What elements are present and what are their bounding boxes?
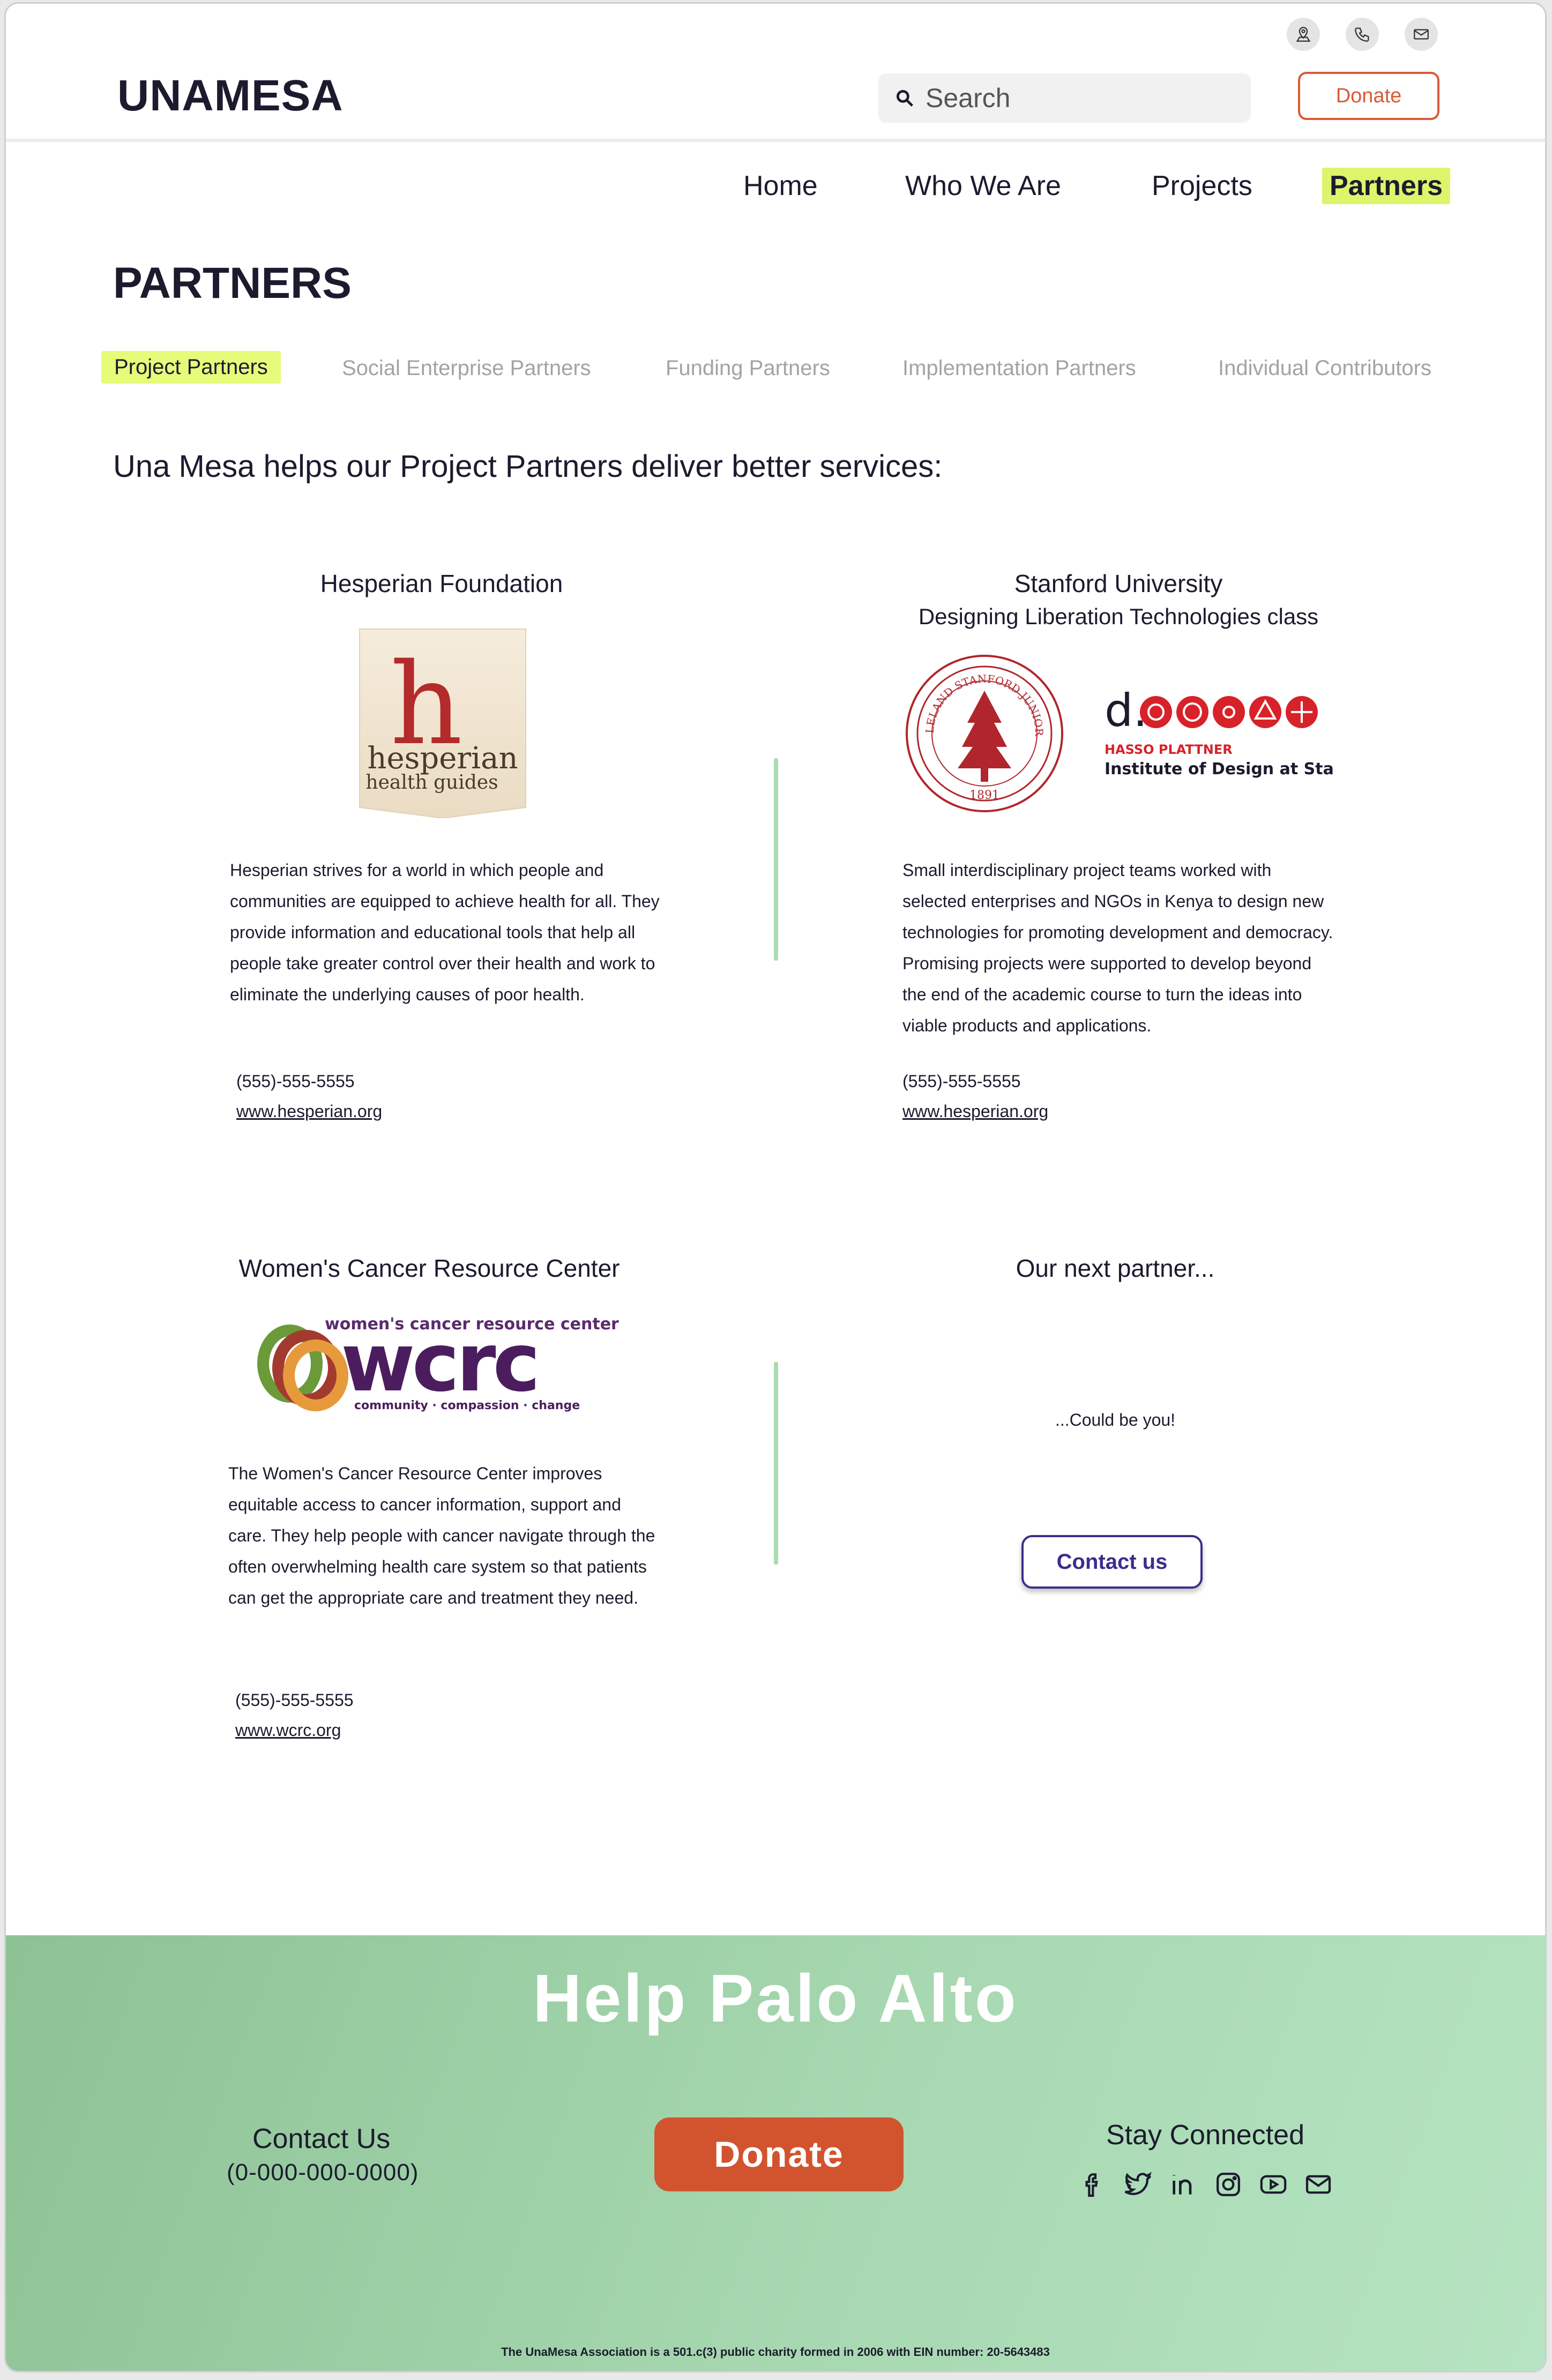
nav-partners[interactable]: Partners (1322, 168, 1450, 204)
tab-project-partners[interactable]: Project Partners (101, 351, 281, 384)
tab-social-enterprise-partners[interactable]: Social Enterprise Partners (342, 356, 591, 380)
search-placeholder: Search (926, 83, 1011, 113)
partner-name: Hesperian Foundation (320, 570, 563, 597)
column-divider (774, 758, 778, 961)
partner-name: Women's Cancer Resource Center (238, 1254, 620, 1282)
browser-frame: UNAMESA Search Donate Home Who We Are Pr… (4, 2, 1547, 2372)
facebook-icon[interactable] (1077, 2169, 1107, 2199)
mail-icon[interactable] (1303, 2169, 1333, 2199)
hesperian-logo: h hesperian health guides (357, 628, 528, 819)
nav-projects[interactable]: Projects (1152, 170, 1252, 202)
svg-text:Institute of Design at Stanfor: Institute of Design at Stanford (1105, 760, 1335, 779)
tab-implementation-partners[interactable]: Implementation Partners (902, 356, 1136, 380)
partner-phone: (555)-555-5555 (902, 1072, 1021, 1091)
partner-website-link[interactable]: www.hesperian.org (236, 1102, 382, 1121)
dschool-logo: d. HASSO PLATTNER Institute of Design at… (1105, 684, 1383, 786)
youtube-icon[interactable] (1258, 2169, 1288, 2199)
search-input[interactable]: Search (878, 73, 1251, 123)
partner-phone: (555)-555-5555 (236, 1072, 355, 1091)
twitter-icon[interactable] (1123, 2169, 1153, 2199)
stay-connected-heading: Stay Connected (1106, 2120, 1305, 2151)
nav-who-we-are[interactable]: Who We Are (905, 170, 1061, 202)
svg-text:wcrc: wcrc (341, 1316, 537, 1410)
footer-contact-heading: Contact Us (252, 2123, 391, 2154)
footer-contact-phone: (0-000-000-0000) (227, 2159, 419, 2186)
svg-text:1891: 1891 (969, 789, 999, 802)
partner-website-link[interactable]: www.hesperian.org (902, 1102, 1048, 1121)
legal-notice: The UnaMesa Association is a 501.c(3) pu… (501, 2345, 1050, 2359)
svg-text:health guides: health guides (365, 772, 498, 794)
stanford-seal-logo: LELAND STANFORD JUNIOR UNIVERSITY 1891 (899, 643, 1065, 814)
linkedin-icon[interactable] (1168, 2169, 1198, 2199)
instagram-icon[interactable] (1213, 2169, 1243, 2199)
partner-description: Small interdisciplinary project teams wo… (902, 860, 1333, 1035)
contact-us-button[interactable]: Contact us (1021, 1535, 1203, 1589)
svg-text:HASSO PLATTNER: HASSO PLATTNER (1105, 742, 1233, 757)
footer-title: Help Palo Alto (533, 1960, 1018, 2036)
search-icon (896, 89, 913, 107)
partner-subtitle: Designing Liberation Technologies class (918, 604, 1319, 629)
mail-icon[interactable] (1405, 18, 1438, 51)
next-partner-heading: Our next partner... (1016, 1254, 1215, 1282)
page-title: PARTNERS (113, 259, 352, 308)
partner-phone: (555)-555-5555 (235, 1690, 354, 1710)
svg-text:community · compassion · chang: community · compassion · change (354, 1399, 580, 1412)
donate-button[interactable]: Donate (1298, 72, 1439, 120)
site-logo[interactable]: UNAMESA (117, 71, 344, 121)
partner-name: Stanford University (1014, 570, 1223, 597)
nav-home[interactable]: Home (743, 170, 818, 202)
tab-individual-contributors[interactable]: Individual Contributors (1218, 356, 1431, 380)
svg-text:hesperian: hesperian (367, 741, 518, 776)
footer-donate-button[interactable]: Donate (654, 2117, 904, 2191)
next-partner-text: ...Could be you! (1055, 1410, 1176, 1430)
phone-icon[interactable] (1346, 18, 1379, 51)
column-divider (774, 1362, 778, 1565)
tab-funding-partners[interactable]: Funding Partners (666, 356, 830, 380)
location-icon[interactable] (1287, 18, 1320, 51)
partner-description: Hesperian strives for a world in which p… (230, 860, 660, 1004)
partner-website-link[interactable]: www.wcrc.org (235, 1720, 341, 1740)
intro-text: Una Mesa helps our Project Partners deli… (113, 449, 943, 484)
partner-description: The Women's Cancer Resource Center impro… (228, 1464, 655, 1607)
header-divider (6, 139, 1545, 142)
wcrc-logo: women's cancer resource center wcrc comm… (252, 1310, 622, 1417)
